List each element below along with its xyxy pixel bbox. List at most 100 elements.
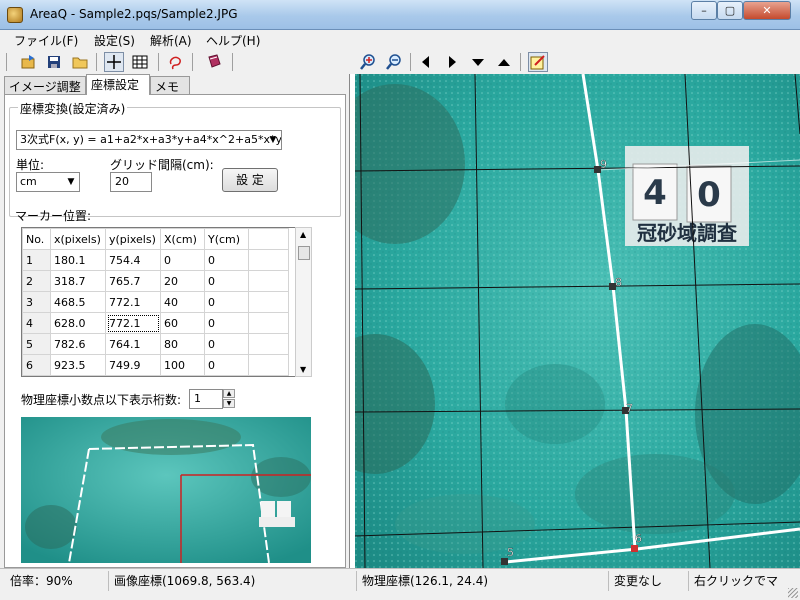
grid-interval-input[interactable]: 20 — [110, 172, 152, 192]
tab-coordinate-settings[interactable]: 座標設定 — [86, 74, 150, 95]
table-cell — [248, 291, 289, 313]
table-cell[interactable]: 923.5 — [50, 354, 106, 376]
main-image-view[interactable]: 4 0 冠砂域調査 9 8 7 5 6 — [355, 74, 800, 568]
column-header: x(pixels) — [50, 228, 106, 250]
table-cell[interactable]: 0 — [204, 354, 249, 376]
decimals-input[interactable]: 1 — [189, 389, 223, 409]
edit-icon[interactable] — [528, 52, 548, 72]
status-separator — [688, 571, 689, 591]
arrow-left-icon[interactable] — [416, 52, 436, 72]
marker-table[interactable]: No. x(pixels) y(pixels) X(cm) Y(cm) 1 18… — [21, 227, 311, 377]
formula-select[interactable]: 3次式F(x, y) = a1+a2*x+a3*y+a4*x^2+a5*x*y+… — [16, 130, 282, 150]
table-row[interactable]: 2 318.7 765.7 20 0 — [22, 270, 289, 292]
status-separator — [356, 571, 357, 591]
table-cell[interactable]: 0 — [204, 249, 249, 271]
toolbar-separator — [96, 53, 97, 71]
table-cell[interactable]: 180.1 — [50, 249, 106, 271]
column-header: y(pixels) — [105, 228, 161, 250]
table-cell[interactable]: 749.9 — [105, 354, 161, 376]
spin-down-icon[interactable]: ▼ — [223, 399, 235, 408]
unit-select[interactable]: cm ▼ — [16, 172, 80, 192]
table-cell[interactable]: 764.1 — [105, 333, 161, 355]
toolbar — [0, 50, 800, 74]
crosshair-icon[interactable] — [104, 52, 124, 72]
scroll-up-icon[interactable]: ▲ — [300, 230, 306, 239]
table-cell[interactable]: 80 — [160, 333, 205, 355]
scroll-down-icon[interactable]: ▼ — [300, 365, 306, 374]
table-cell[interactable]: 468.5 — [50, 291, 106, 313]
marker-label-9: 9 — [600, 158, 607, 171]
zoom-out-icon[interactable] — [384, 52, 404, 72]
table-row[interactable]: 3 468.5 772.1 40 0 — [22, 291, 289, 313]
table-cell[interactable]: 772.1 — [105, 291, 161, 313]
overview-thumbnail[interactable] — [21, 417, 311, 563]
table-header-row: No. x(pixels) y(pixels) X(cm) Y(cm) — [22, 228, 289, 250]
table-scrollbar[interactable]: ▲ ▼ — [295, 227, 312, 377]
table-cell[interactable]: 0 — [204, 333, 249, 355]
menu-help[interactable]: ヘルプ(H) — [206, 32, 260, 49]
table-cell[interactable]: 318.7 — [50, 270, 106, 292]
table-cell[interactable]: 40 — [160, 291, 205, 313]
folder-icon[interactable] — [70, 52, 90, 72]
save-icon[interactable] — [44, 52, 64, 72]
marker-label-5: 5 — [507, 546, 514, 559]
book-icon[interactable] — [204, 52, 224, 72]
sign-number-left: 4 — [643, 173, 667, 213]
table-cell — [248, 354, 289, 376]
open-icon[interactable] — [18, 52, 38, 72]
scroll-thumb[interactable] — [298, 246, 310, 260]
left-panel: イメージ調整 座標設定 メモ 座標変換(設定済み) 3次式F(x, y) = a… — [0, 74, 350, 568]
arrow-up-icon[interactable] — [494, 52, 514, 72]
table-row[interactable]: 5 782.6 764.1 80 0 — [22, 333, 289, 355]
table-cell[interactable]: 0 — [204, 312, 249, 334]
lasso-icon[interactable] — [166, 52, 186, 72]
grid-interval-label: グリッド間隔(cm): — [110, 158, 214, 172]
window-title: AreaQ - Sample2.pqs/Sample2.JPG — [30, 7, 238, 21]
table-cell[interactable]: 0 — [204, 270, 249, 292]
sign-number-right: 0 — [697, 175, 721, 215]
table-cell[interactable]: 100 — [160, 354, 205, 376]
table-cell[interactable]: 20 — [160, 270, 205, 292]
table-cell[interactable]: 0 — [160, 249, 205, 271]
table-cell — [248, 249, 289, 271]
table-cell[interactable]: 782.6 — [50, 333, 106, 355]
status-image-coordinate: 画像座標(1069.8, 563.4) — [114, 574, 256, 588]
table-cell — [248, 270, 289, 292]
table-row[interactable]: 4 628.0 772.1 60 0 — [22, 312, 289, 334]
column-header: No. — [22, 228, 51, 250]
group-title: 座標変換(設定済み) — [18, 100, 128, 117]
toolbar-separator — [158, 53, 159, 71]
table-cell[interactable]: 60 — [160, 312, 205, 334]
menu-analysis[interactable]: 解析(A) — [150, 32, 192, 49]
tab-memo[interactable]: メモ — [150, 76, 190, 94]
zoom-in-icon[interactable] — [358, 52, 378, 72]
status-separator — [108, 571, 109, 591]
tab-image-adjust[interactable]: イメージ調整 — [4, 76, 86, 94]
menu-file[interactable]: ファイル(F) — [14, 32, 78, 49]
table-cell[interactable]: 765.7 — [105, 270, 161, 292]
grid-icon[interactable] — [130, 52, 150, 72]
table-cell[interactable]: 754.4 — [105, 249, 161, 271]
toolbar-separator — [232, 53, 233, 71]
minimize-button[interactable]: – — [691, 1, 717, 20]
set-button[interactable]: 設 定 — [222, 168, 278, 192]
spin-up-icon[interactable]: ▲ — [223, 389, 235, 398]
table-row[interactable]: 1 180.1 754.4 0 0 — [22, 249, 289, 271]
table-row[interactable]: 6 923.5 749.9 100 0 — [22, 354, 289, 376]
close-button[interactable]: ✕ — [743, 1, 791, 20]
table-cell-selected[interactable]: 772.1 — [105, 312, 161, 334]
arrow-right-icon[interactable] — [442, 52, 462, 72]
row-number: 1 — [22, 249, 51, 271]
marker-label-7: 7 — [626, 402, 633, 415]
unit-label: 単位: — [16, 158, 45, 172]
table-cell[interactable]: 0 — [204, 291, 249, 313]
maximize-button[interactable]: ▢ — [717, 1, 743, 20]
toolbar-separator — [192, 53, 193, 71]
table-cell[interactable]: 628.0 — [50, 312, 106, 334]
resize-grip[interactable] — [788, 588, 798, 598]
toolbar-separator — [520, 53, 521, 71]
row-number: 4 — [22, 312, 51, 334]
unit-value: cm — [20, 175, 37, 188]
menu-settings[interactable]: 設定(S) — [94, 32, 135, 49]
arrow-down-icon[interactable] — [468, 52, 488, 72]
